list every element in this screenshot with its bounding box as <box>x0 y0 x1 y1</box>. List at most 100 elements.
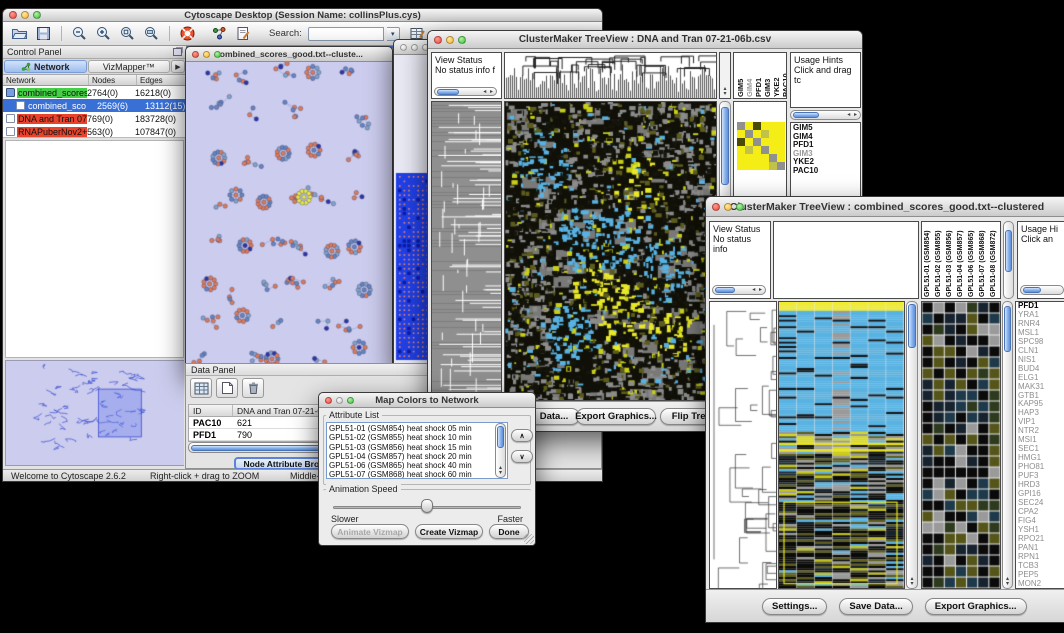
export-graphics-button[interactable]: Export Graphics... <box>576 408 656 425</box>
array-label[interactable]: GPL51-03 (GSM856) <box>946 223 957 297</box>
scroll-thumb[interactable] <box>793 112 819 118</box>
column-nodes[interactable]: Nodes <box>89 75 137 85</box>
treeview-action-button[interactable]: Settings... <box>762 598 827 615</box>
minimize-button[interactable] <box>411 44 418 51</box>
scroll-thumb[interactable] <box>1004 306 1011 352</box>
usage-hints-hscrollbar[interactable]: ◂ ▸ <box>790 110 861 120</box>
help-button[interactable] <box>177 23 198 44</box>
create-vizmap-button[interactable]: Create Vizmap <box>415 524 483 539</box>
network-list-row[interactable]: combined_sco 2569(6) 13112(15) <box>3 99 186 112</box>
network-list-row[interactable]: RNAPuberNov2+ 563(0) 107847(0) <box>3 125 186 138</box>
heatmap-canvas[interactable] <box>504 101 717 401</box>
float-window-icon[interactable] <box>173 48 182 56</box>
array-label[interactable]: GPL51-08 (GSM872) <box>990 223 1001 297</box>
annotation-button[interactable] <box>233 23 254 44</box>
scroll-down-icon[interactable]: ▾ <box>1003 582 1012 587</box>
minimize-button[interactable] <box>724 203 732 211</box>
array-label[interactable]: GPL51-01 (GSM854) <box>924 223 935 297</box>
array-label[interactable]: GPL51-06 (GSM865) <box>968 223 979 297</box>
attribute-list-item[interactable]: GPL51-03 (GSM856) heat shock 15 min <box>329 443 507 452</box>
minimize-button[interactable] <box>21 11 29 19</box>
column-edges[interactable]: Edges <box>137 75 186 85</box>
column-label[interactable]: GIM5 <box>736 53 745 97</box>
gene-dendrogram[interactable] <box>709 301 777 589</box>
attribute-list-vscrollbar[interactable]: ▴▾ <box>495 423 506 478</box>
zoom-out-button[interactable] <box>69 23 90 44</box>
column-label[interactable]: GIM4 <box>745 53 754 97</box>
attribute-list-item[interactable]: GPL51-02 (GSM855) heat shock 10 min <box>329 433 507 442</box>
tab-vizmapper[interactable]: VizMapper™ <box>88 60 171 73</box>
treeview-action-button[interactable]: Save Data... <box>839 598 912 615</box>
close-button[interactable] <box>400 44 407 51</box>
column-label[interactable]: PFD1 <box>754 53 763 97</box>
scroll-arrows-icon[interactable]: ◂ ▸ <box>847 112 858 118</box>
network-canvas[interactable] <box>186 62 392 372</box>
close-button[interactable] <box>712 203 720 211</box>
array-label[interactable]: GPL51-02 (GSM855) <box>935 223 946 297</box>
treeview1-titlebar[interactable]: ClusterMaker TreeView : DNA and Tran 07-… <box>428 31 862 49</box>
network-list-row[interactable]: DNA and Tran 07 769(0) 183728(0) <box>3 112 186 125</box>
birdseye-canvas[interactable] <box>6 361 184 465</box>
scroll-down-icon[interactable]: ▾ <box>907 582 917 587</box>
scroll-thumb[interactable] <box>715 287 735 293</box>
animate-vizmap-button[interactable]: Animate Vizmap <box>331 524 409 539</box>
select-attributes-button[interactable] <box>190 378 212 398</box>
done-button[interactable]: Done <box>489 524 529 539</box>
array-label[interactable]: GPL51-07 (GSM868) <box>979 223 990 297</box>
save-session-button[interactable] <box>33 23 54 44</box>
labels-vscrollbar[interactable] <box>1003 221 1014 299</box>
delete-attribute-button[interactable] <box>242 378 264 398</box>
scroll-arrows-icon[interactable]: ◂ ▸ <box>483 89 494 95</box>
close-button[interactable] <box>434 36 442 44</box>
scroll-thumb[interactable] <box>721 107 729 185</box>
zoom-button[interactable] <box>347 397 354 404</box>
scroll-down-icon[interactable]: ▾ <box>720 92 730 97</box>
column-label[interactable]: GIM3 <box>763 53 772 97</box>
scroll-down-icon[interactable]: ▾ <box>496 471 505 476</box>
minimize-button[interactable] <box>446 36 454 44</box>
create-attribute-button[interactable] <box>216 378 238 398</box>
tab-overflow-arrow[interactable]: ▶ <box>171 60 185 73</box>
zoom-button[interactable] <box>458 36 466 44</box>
scroll-arrows-icon[interactable]: ◂ ▸ <box>752 287 763 293</box>
open-session-button[interactable] <box>9 23 30 44</box>
zoom-button[interactable] <box>214 51 221 58</box>
similarity-matrix[interactable] <box>737 122 785 170</box>
zoom-selected-button[interactable] <box>117 23 138 44</box>
column-dendrogram[interactable] <box>504 52 717 99</box>
column-id[interactable]: ID <box>189 405 233 416</box>
attribute-list-item[interactable]: GPL51-07 (GSM868) heat shock 60 min <box>329 470 507 479</box>
array-label[interactable]: GPL51-04 (GSM857) <box>957 223 968 297</box>
usage-hints-hscrollbar[interactable] <box>1020 285 1064 295</box>
close-button[interactable] <box>9 11 17 19</box>
move-down-button[interactable]: ∨ <box>511 450 533 463</box>
attribute-list-item[interactable]: GPL51-01 (GSM854) heat shock 05 min <box>329 424 507 433</box>
close-button[interactable] <box>192 51 199 58</box>
column-label[interactable]: PAC10 <box>781 53 787 97</box>
attribute-list-item[interactable]: GPL51-06 (GSM865) heat shock 40 min <box>329 461 507 470</box>
birdseye-view[interactable] <box>5 360 184 466</box>
network-list-row[interactable]: combined_scores 2764(0) 16218(0) <box>3 86 186 99</box>
move-up-button[interactable]: ∧ <box>511 429 533 442</box>
scroll-thumb[interactable] <box>1023 287 1041 293</box>
zoom-fit-button[interactable] <box>141 23 162 44</box>
scroll-thumb[interactable] <box>437 89 459 95</box>
gene-name[interactable]: MON2 <box>1018 580 1064 589</box>
close-button[interactable] <box>325 397 332 404</box>
scroll-thumb[interactable] <box>497 426 504 448</box>
global-heatmap[interactable] <box>778 301 905 589</box>
column-network[interactable]: Network <box>3 75 89 85</box>
row-dendrogram[interactable] <box>431 101 502 401</box>
attribute-list-item[interactable]: GPL51-04 (GSM857) heat shock 20 min <box>329 452 507 461</box>
main-titlebar[interactable]: Cytoscape Desktop (Session Name: collins… <box>3 9 602 22</box>
search-input[interactable] <box>308 27 384 41</box>
network-overview-button[interactable] <box>209 23 230 44</box>
view-status-hscrollbar[interactable]: ◂ ▸ <box>434 87 497 96</box>
scroll-thumb[interactable] <box>908 304 916 348</box>
global-vscrollbar[interactable]: ▴▾ <box>906 301 918 589</box>
treeview2-titlebar[interactable]: ClusterMaker TreeView : combined_scores_… <box>706 197 1064 217</box>
resize-grip[interactable] <box>524 534 534 544</box>
zoom-heatmap[interactable] <box>921 301 1001 589</box>
gene-label[interactable]: PAC10 <box>793 167 860 176</box>
zoom-in-button[interactable] <box>93 23 114 44</box>
